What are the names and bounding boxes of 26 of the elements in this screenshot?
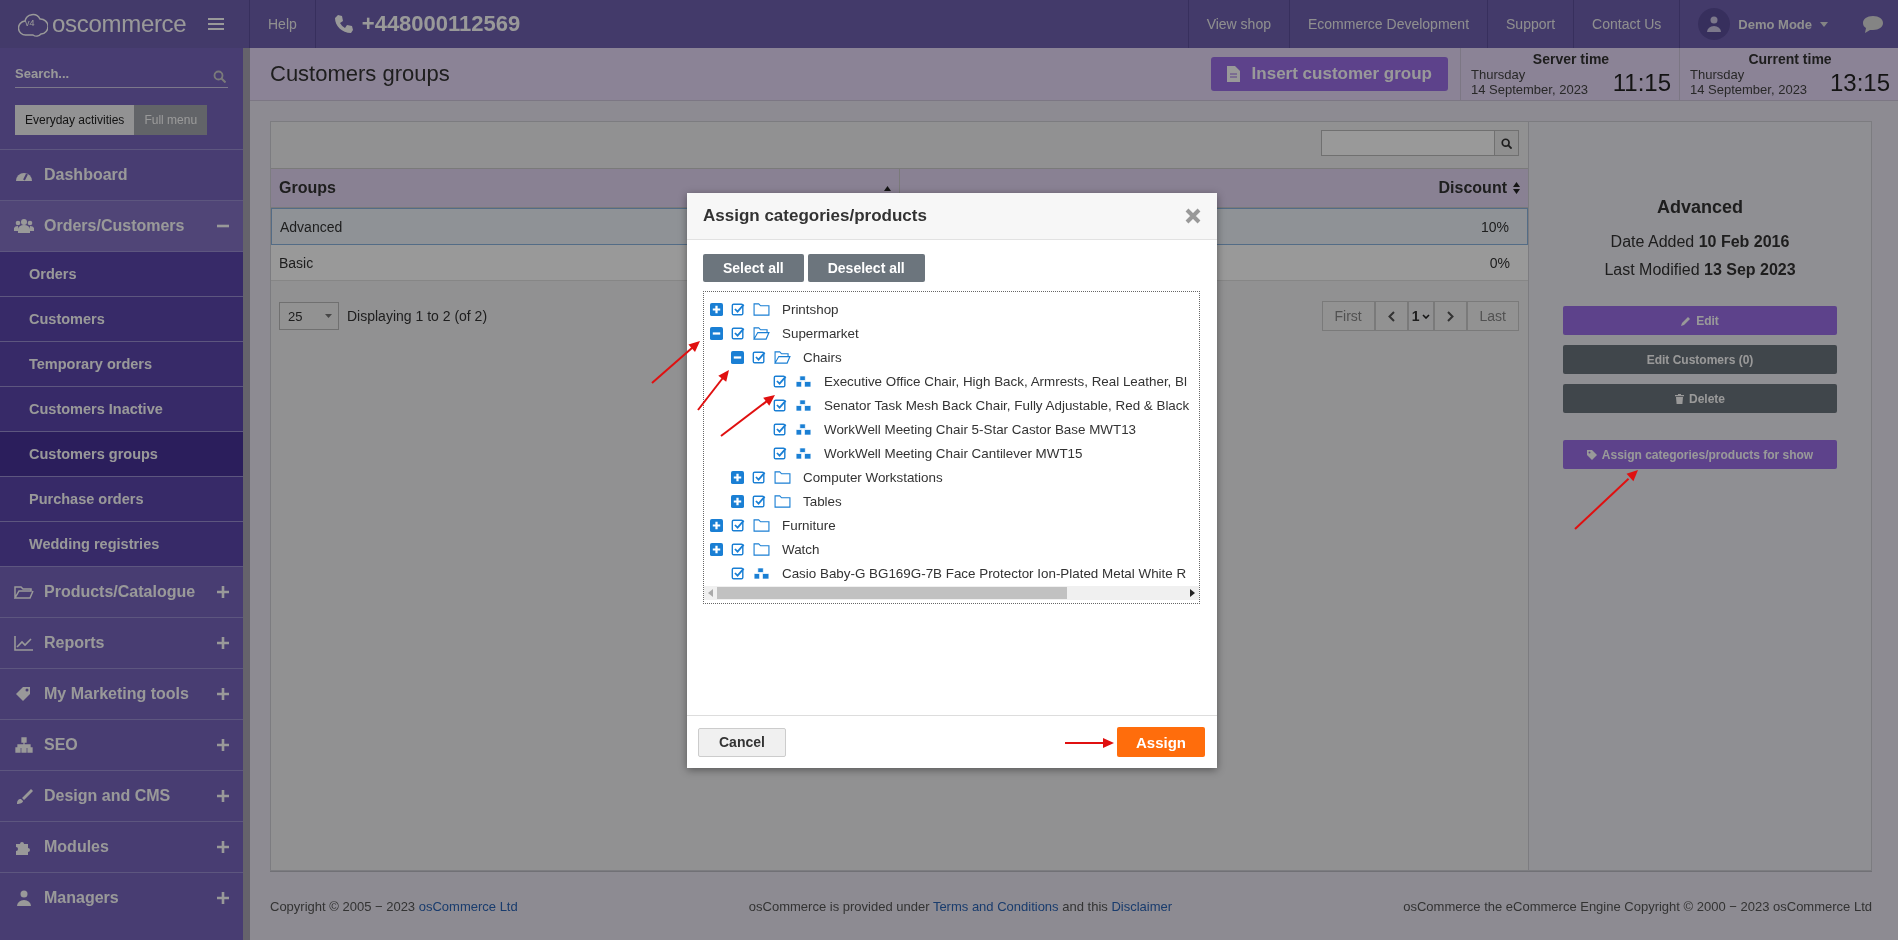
- clock-label: Server time: [1531, 51, 1611, 67]
- license-text: osCommerce is provided under Terms and Conditions and this Disclaimer: [748, 898, 1173, 914]
- logo-text: oscommerce: [52, 10, 187, 38]
- clock-time: 13:15: [1829, 69, 1890, 97]
- clock-day: Thursday: [1690, 67, 1808, 82]
- phone-number: +448000112569: [361, 11, 521, 37]
- field-label: Last Modified: [1604, 261, 1700, 278]
- display-count: Displaying 1 to 2 (of 2): [347, 308, 488, 324]
- table-cell: 10%: [1480, 218, 1509, 235]
- group-title: Advanced: [1657, 197, 1743, 218]
- field-label: Date Added: [1610, 233, 1695, 250]
- table-cell: Advanced: [280, 218, 343, 235]
- field-value: 13 Sep 2023: [1704, 261, 1796, 278]
- clock-label: Current time: [1747, 51, 1833, 67]
- field-value: 10 Feb 2016: [1698, 233, 1790, 250]
- dialog-title: Assign categories/products: [703, 206, 927, 226]
- page-title: Customers groups: [270, 61, 450, 87]
- clock-day: Thursday: [1471, 67, 1589, 82]
- clock-time: 11:15: [1612, 69, 1671, 97]
- table-cell: 0%: [1489, 254, 1510, 271]
- clock-date: 14 September, 2023: [1471, 82, 1589, 97]
- table-cell: Basic: [279, 254, 314, 271]
- engine-copyright-text: osCommerce the eCommerce Engine Copyright © 2000 − 2023 osCommerce Ltd: [1403, 898, 1872, 914]
- clock-date: 14 September, 2023: [1690, 82, 1808, 97]
- logo-version-label: v4: [25, 18, 35, 28]
- copyright-text: Copyright © 2005 − 2023 osCommerce Ltd: [270, 898, 518, 914]
